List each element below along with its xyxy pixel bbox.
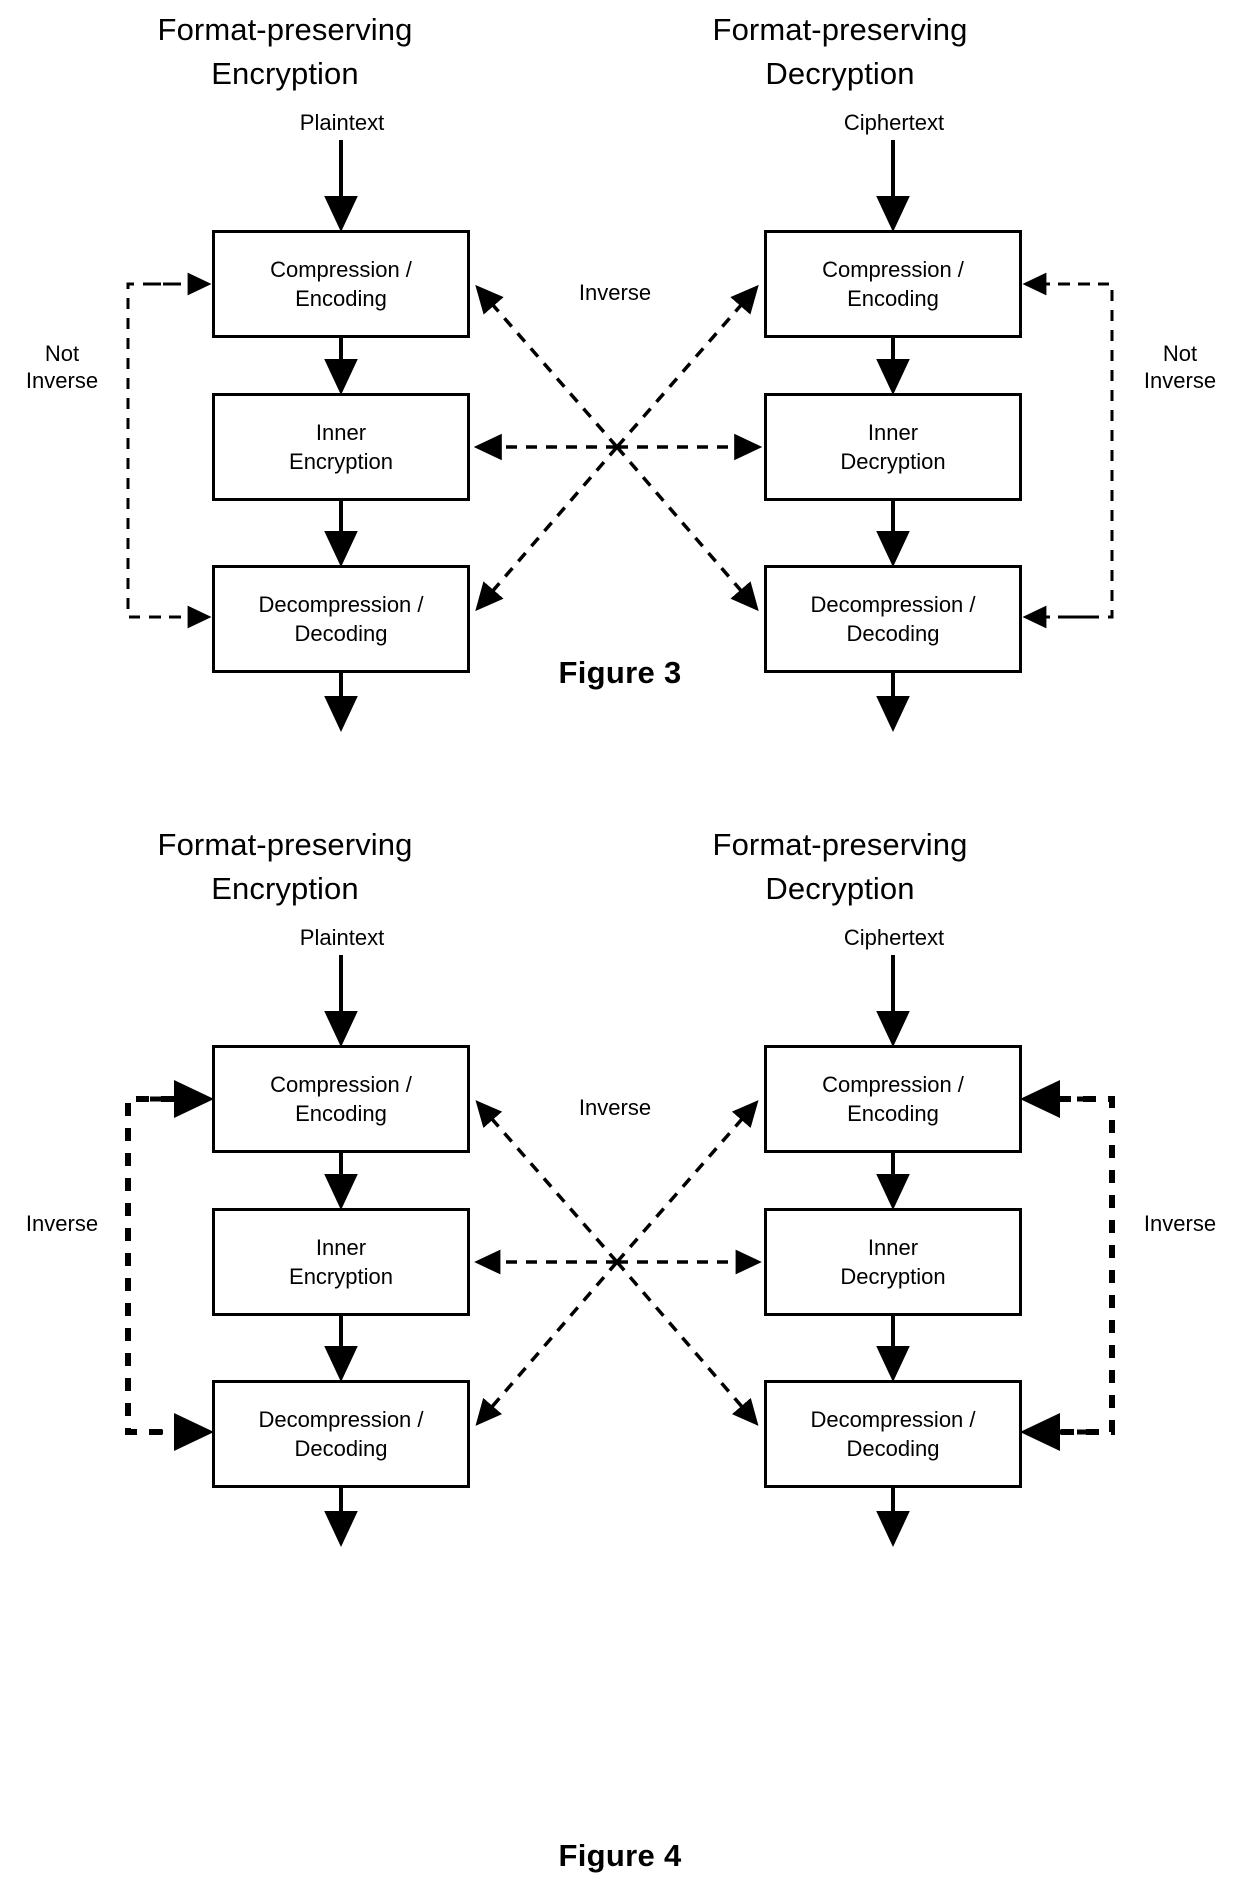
- bracket-right-inverse: [1058, 1096, 1115, 1435]
- process-box-right-inner-decryption: Inner Decryption: [764, 1208, 1022, 1316]
- bracket-left-inverse: [125, 1096, 174, 1435]
- process-box-left-compression: Compression / Encoding: [212, 230, 470, 338]
- figure-4: Format-preserving Encryption Format-pres…: [0, 815, 1240, 1887]
- bracket-left-not-inverse: [126, 282, 174, 619]
- input-label-right: Ciphertext: [843, 925, 945, 950]
- column-title-decryption: Format-preserving Decryption: [712, 827, 968, 906]
- figure-4-connectors: [125, 955, 1115, 1547]
- column-title-encryption: Format-preserving Encryption: [157, 827, 413, 906]
- figure-4-caption: Figure 4: [558, 1838, 682, 1873]
- figure-3-connectors: [126, 140, 1114, 732]
- arrow-diagonal-to-right-box3: [615, 1260, 759, 1426]
- arrow-diagonal-to-right-box1: [615, 1100, 759, 1264]
- figure-3-caption: Figure 3: [558, 655, 682, 690]
- input-label-left: Plaintext: [299, 110, 385, 135]
- side-label-left-not-inverse: Not Inverse: [25, 341, 99, 393]
- process-box-right-inner-decryption: Inner Decryption: [764, 393, 1022, 501]
- process-box-left-inner-encryption: Inner Encryption: [212, 393, 470, 501]
- side-label-left-inverse: Inverse: [25, 1211, 99, 1236]
- process-box-left-compression: Compression / Encoding: [212, 1045, 470, 1153]
- arrow-diagonal-to-left-box1: [475, 1100, 619, 1264]
- input-label-right: Ciphertext: [843, 110, 945, 135]
- process-box-left-decompression: Decompression / Decoding: [212, 1380, 470, 1488]
- process-box-right-compression: Compression / Encoding: [764, 230, 1022, 338]
- column-title-encryption: Format-preserving Encryption: [157, 12, 413, 91]
- center-label-inverse: Inverse: [578, 1095, 652, 1120]
- process-box-right-decompression: Decompression / Decoding: [764, 1380, 1022, 1488]
- side-label-right-inverse: Inverse: [1143, 1211, 1217, 1236]
- process-box-left-inner-encryption: Inner Encryption: [212, 1208, 470, 1316]
- arrow-diagonal-to-left-box1: [475, 284, 619, 449]
- process-box-right-compression: Compression / Encoding: [764, 1045, 1022, 1153]
- arrow-diagonal-to-left-box3: [475, 445, 619, 612]
- arrow-diagonal-to-right-box3: [615, 445, 759, 612]
- column-title-decryption: Format-preserving Decryption: [712, 12, 968, 91]
- input-label-left: Plaintext: [299, 925, 385, 950]
- arrow-diagonal-to-left-box3: [475, 1260, 619, 1426]
- figure-3: Format-preserving Encryption Format-pres…: [0, 0, 1240, 880]
- side-label-right-not-inverse: Not Inverse: [1143, 341, 1217, 393]
- bracket-right-not-inverse: [1058, 282, 1114, 619]
- arrow-diagonal-to-right-box1: [615, 284, 759, 449]
- center-label-inverse: Inverse: [578, 280, 652, 305]
